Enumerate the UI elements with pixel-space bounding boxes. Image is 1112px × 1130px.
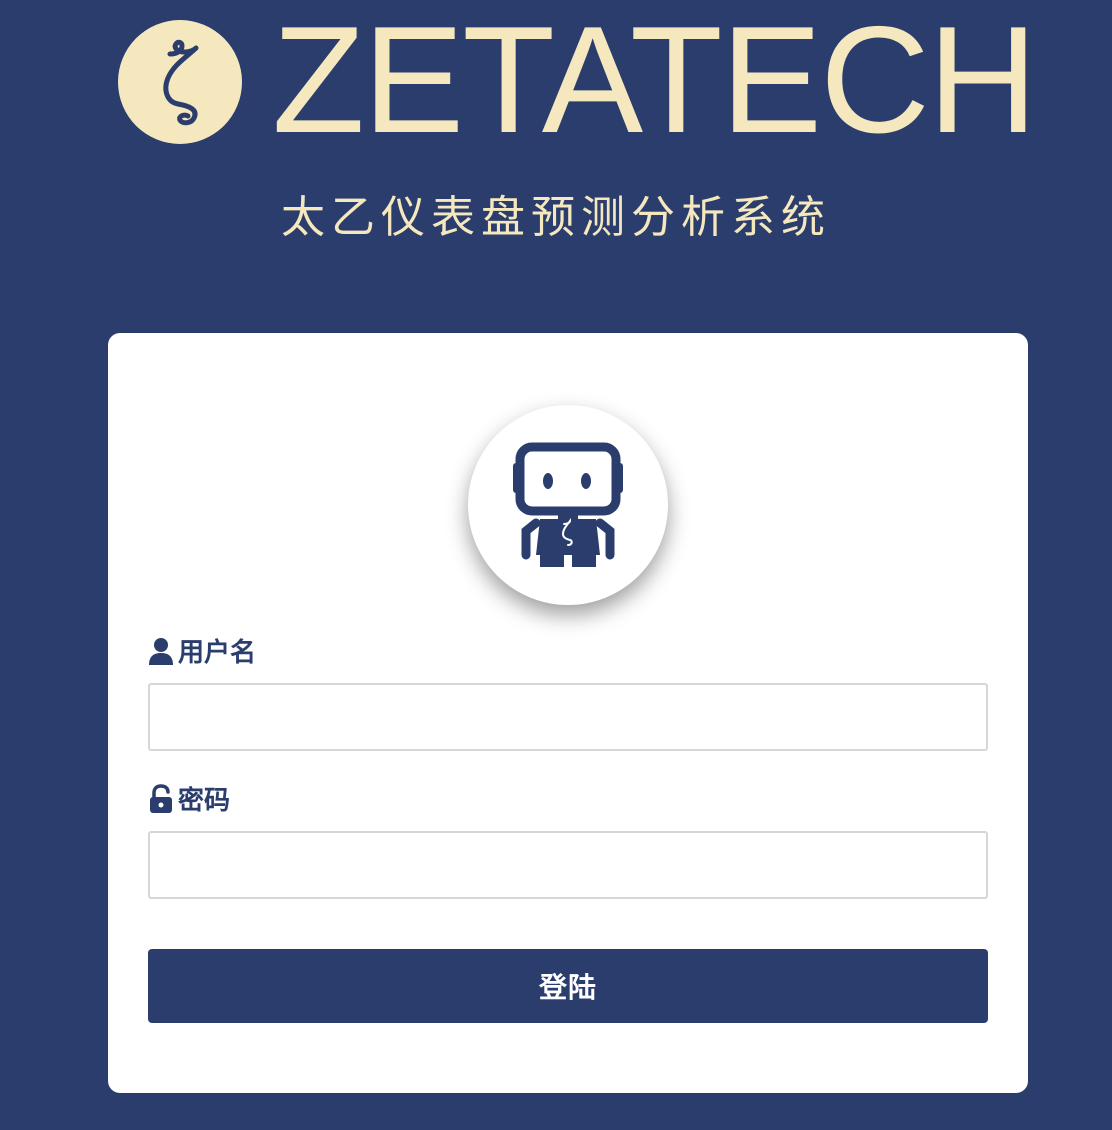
password-label-text: 密码 xyxy=(178,786,231,816)
username-label-text: 用户名 xyxy=(178,638,257,668)
user-icon xyxy=(148,636,174,666)
system-title: 太乙仪表盘预测分析系统 xyxy=(281,192,831,243)
robot-icon xyxy=(468,405,668,605)
zeta-logo-icon xyxy=(118,20,242,144)
login-button[interactable]: 登陆 xyxy=(148,949,988,1023)
password-label: 密码 xyxy=(148,783,230,819)
unlock-icon xyxy=(148,783,174,814)
brand-wordmark: ZETATECH xyxy=(272,0,1038,165)
brand-header: ZETATECH 太乙仪表盘预测分析系统 xyxy=(0,0,1112,300)
login-card: 用户名 密码 登陆 xyxy=(108,333,1028,1093)
username-input[interactable] xyxy=(148,683,988,751)
username-label: 用户名 xyxy=(148,635,256,671)
password-input[interactable] xyxy=(148,831,988,899)
